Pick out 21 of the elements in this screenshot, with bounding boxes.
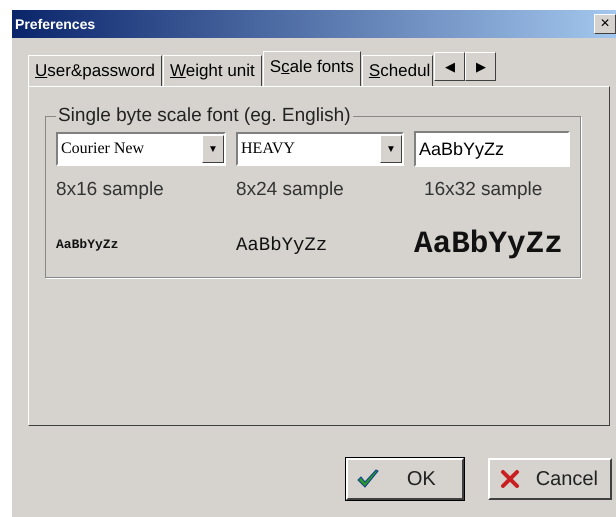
sample-label: 8x16 sample <box>56 179 165 201</box>
scroll-left-button[interactable]: ◀ <box>434 52 466 81</box>
sample-text-field[interactable]: AaBbYyZz <box>414 131 570 167</box>
weight-dropdown[interactable]: HEAVY ▼ <box>236 132 404 166</box>
tab[interactable]: Weight unit <box>163 55 262 86</box>
window-title: Preferences <box>15 16 96 32</box>
font-sample: AaBbYyZz <box>236 234 328 256</box>
tab[interactable]: Schedul <box>362 55 434 86</box>
ok-button[interactable]: OK <box>346 458 464 500</box>
font-dropdown[interactable]: Courier New ▼ <box>56 132 226 166</box>
scroll-right-button[interactable]: ▶ <box>465 52 496 81</box>
cancel-button[interactable]: Cancel <box>488 458 612 500</box>
font-sample: AaBbYyZz <box>56 237 120 252</box>
tab[interactable]: User&password <box>28 55 162 86</box>
group-title: Single byte scale font (eg. English) <box>57 105 352 127</box>
checkmark-icon <box>356 469 380 489</box>
sample-label: 16x32 sample <box>424 179 544 201</box>
close-button[interactable]: × <box>594 14 616 34</box>
sample-label: 8x24 sample <box>236 179 345 201</box>
font-sample: AaBbYyZz <box>414 227 564 262</box>
tab[interactable]: Scale fonts <box>262 51 361 86</box>
